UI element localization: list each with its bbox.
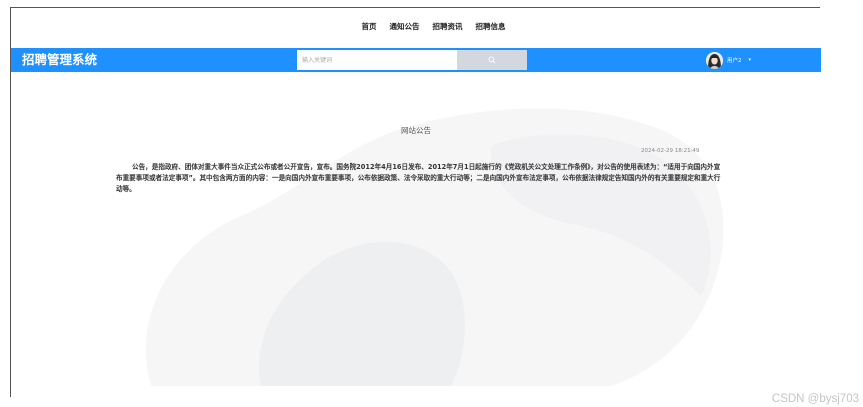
nav-item-notices[interactable]: 通知公告	[390, 20, 420, 34]
top-navigation: 首页 通知公告 招聘资讯 招聘信息	[11, 20, 821, 34]
nav-item-job-info[interactable]: 招聘信息	[476, 20, 506, 34]
watermark: CSDN @bysj703	[771, 393, 859, 405]
nav-item-recruitment-news[interactable]: 招聘资讯	[433, 20, 463, 34]
search-button[interactable]	[457, 50, 527, 70]
search-input[interactable]	[297, 50, 457, 70]
app-window: 首页 通知公告 招聘资讯 招聘信息 招聘管理系统 用户2	[10, 7, 821, 397]
notice-title: 网站公告	[401, 126, 431, 135]
user-menu[interactable]: 用户2 ▾	[706, 51, 751, 69]
brand-title: 招聘管理系统	[22, 52, 98, 67]
header-bar: 招聘管理系统 用户2 ▾	[11, 48, 821, 72]
notice-date: 2024-02-29 18:21:49	[641, 148, 700, 154]
nav-item-home[interactable]: 首页	[362, 20, 377, 34]
user-name: 用户2	[727, 58, 742, 64]
notice-body: 公告，是指政府、团体对重大事件当众正式公布或者公开宣告，宣布。国务院2012年4…	[116, 163, 721, 193]
search-icon	[488, 56, 496, 64]
avatar	[706, 51, 723, 69]
chevron-down-icon: ▾	[748, 57, 752, 63]
